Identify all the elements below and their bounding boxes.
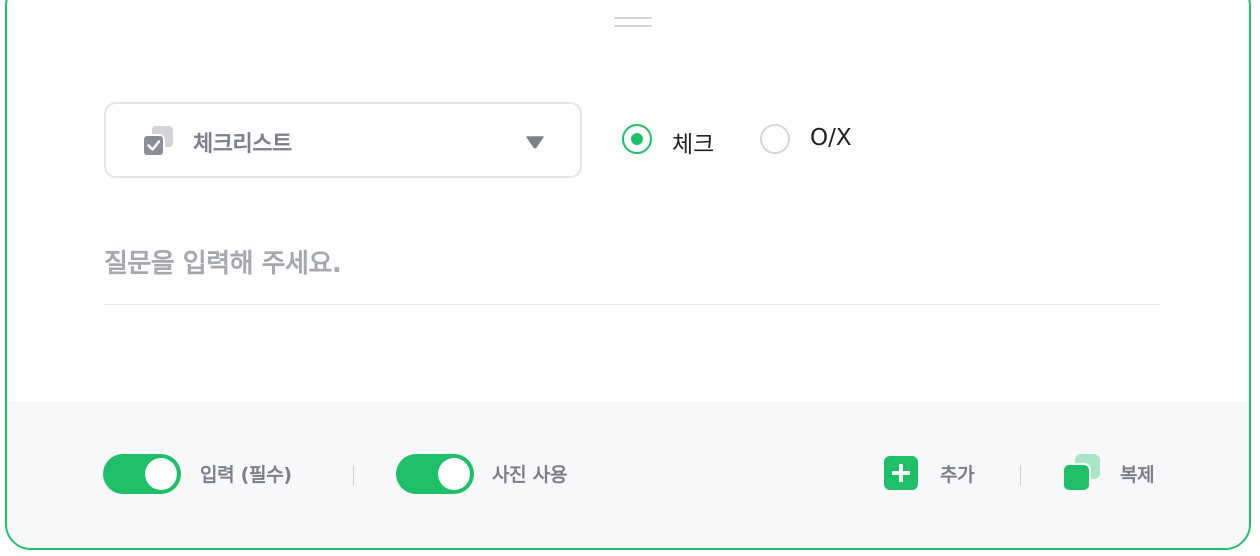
photo-toggle-label: 사진 사용 bbox=[492, 464, 568, 486]
question-card: 체크리스트 체크 O/X 입력 (필수) 사진 사용 추가 bbox=[5, 0, 1251, 550]
toggle-knob bbox=[438, 458, 470, 490]
question-input[interactable] bbox=[104, 240, 1160, 288]
question-type-label: 체크리스트 bbox=[193, 132, 292, 157]
caret-down-icon bbox=[526, 136, 544, 149]
checklist-icon bbox=[142, 126, 173, 157]
required-toggle[interactable] bbox=[103, 454, 181, 494]
divider bbox=[1020, 465, 1021, 485]
radio-unchecked-icon bbox=[760, 124, 790, 154]
radio-checked-icon bbox=[622, 124, 652, 154]
copy-icon[interactable] bbox=[1062, 452, 1102, 492]
radio-check-label: 체크 bbox=[672, 132, 715, 158]
question-footer: 입력 (필수) 사진 사용 추가 복제 bbox=[7, 402, 1249, 548]
question-type-select[interactable]: 체크리스트 bbox=[104, 102, 582, 178]
photo-toggle[interactable] bbox=[396, 454, 474, 494]
toggle-knob bbox=[145, 458, 177, 490]
copy-button-label[interactable]: 복제 bbox=[1120, 460, 1155, 487]
drag-handle-icon[interactable] bbox=[614, 15, 652, 29]
divider bbox=[353, 465, 354, 485]
add-icon[interactable] bbox=[884, 456, 918, 490]
add-button-label[interactable]: 추가 bbox=[940, 460, 975, 487]
question-underline bbox=[104, 304, 1160, 305]
radio-ox-label: O/X bbox=[810, 125, 852, 151]
required-toggle-label: 입력 (필수) bbox=[200, 464, 292, 486]
